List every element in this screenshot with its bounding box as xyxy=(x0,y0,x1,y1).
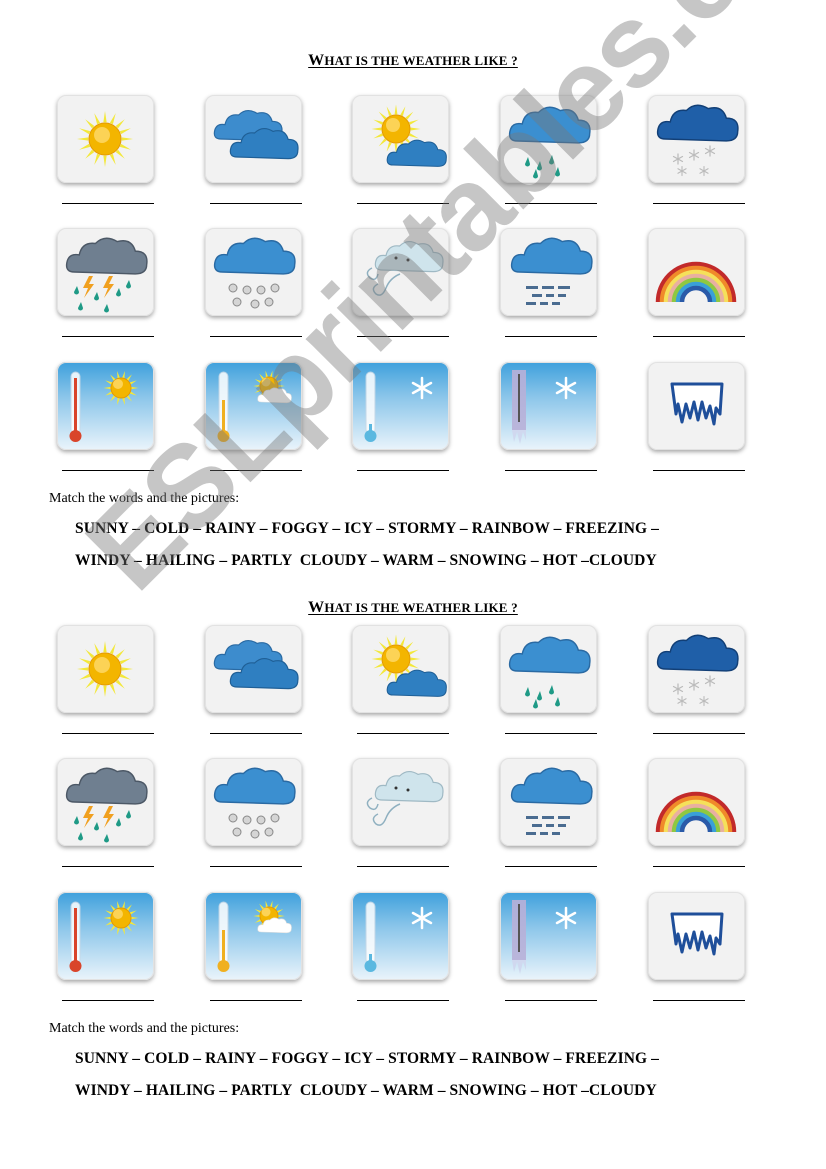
answer-blank-line[interactable] xyxy=(505,470,597,471)
partly-cloudy-icon xyxy=(371,634,447,697)
rain-cloud-icon xyxy=(508,636,591,709)
weather-picture xyxy=(648,362,745,450)
wind-cloud-icon xyxy=(366,771,444,826)
answer-blank-line[interactable] xyxy=(62,203,154,204)
weather-picture xyxy=(500,892,597,980)
fog-cloud-icon xyxy=(510,237,593,305)
weather-picture xyxy=(205,362,302,450)
sun-icon xyxy=(77,111,133,167)
warm-thermometer-icon xyxy=(217,900,292,972)
storm-icon xyxy=(65,237,148,313)
icicles-icon xyxy=(670,382,724,426)
word-bank-line-1: SUNNY – COLD – RAINY – FOGGY – ICY – STO… xyxy=(75,520,660,537)
cold-thermometer-icon xyxy=(364,371,433,442)
answer-blank-line[interactable] xyxy=(505,336,597,337)
freezing-thermometer-icon xyxy=(512,900,577,974)
snow-cloud-icon xyxy=(656,634,739,707)
weather-picture xyxy=(500,362,597,450)
answer-blank-line[interactable] xyxy=(505,866,597,867)
answer-blank-line[interactable] xyxy=(357,203,449,204)
hail-cloud-icon xyxy=(213,767,296,839)
worksheet-title: WHAT IS THE WEATHER LIKE ? xyxy=(308,599,518,616)
answer-blank-line[interactable] xyxy=(210,1000,302,1001)
weather-picture xyxy=(205,758,302,846)
weather-picture xyxy=(57,625,154,713)
answer-blank-line[interactable] xyxy=(653,470,745,471)
freezing-thermometer-icon xyxy=(512,370,577,444)
weather-picture xyxy=(648,892,745,980)
weather-picture xyxy=(500,95,597,183)
warm-thermometer-icon xyxy=(217,370,292,442)
answer-blank-line[interactable] xyxy=(62,866,154,867)
sun-icon xyxy=(77,641,133,697)
answer-blank-line[interactable] xyxy=(505,203,597,204)
hot-thermometer-icon xyxy=(69,900,139,972)
weather-picture xyxy=(57,892,154,980)
clouds-icon xyxy=(213,640,299,690)
answer-blank-line[interactable] xyxy=(357,336,449,337)
weather-picture xyxy=(352,362,449,450)
wind-cloud-icon xyxy=(366,241,444,296)
answer-blank-line[interactable] xyxy=(210,866,302,867)
weather-picture xyxy=(205,228,302,316)
answer-blank-line[interactable] xyxy=(62,470,154,471)
answer-blank-line[interactable] xyxy=(653,336,745,337)
answer-blank-line[interactable] xyxy=(357,470,449,471)
snow-cloud-icon xyxy=(656,104,739,177)
answer-blank-line[interactable] xyxy=(357,733,449,734)
answer-blank-line[interactable] xyxy=(357,1000,449,1001)
weather-picture xyxy=(500,758,597,846)
word-bank-line-2: WINDY – HAILING – PARTLY CLOUDY – WARM –… xyxy=(75,552,657,569)
weather-picture xyxy=(57,758,154,846)
icicles-icon xyxy=(670,912,724,956)
weather-picture xyxy=(648,758,745,846)
answer-blank-line[interactable] xyxy=(505,733,597,734)
hot-thermometer-icon xyxy=(69,370,139,442)
rainbow-icon xyxy=(655,261,737,303)
rainbow-icon xyxy=(655,791,737,833)
word-bank-line-1: SUNNY – COLD – RAINY – FOGGY – ICY – STO… xyxy=(75,1050,660,1067)
weather-picture xyxy=(57,362,154,450)
answer-blank-line[interactable] xyxy=(62,733,154,734)
answer-blank-line[interactable] xyxy=(210,733,302,734)
storm-icon xyxy=(65,767,148,843)
answer-blank-line[interactable] xyxy=(653,733,745,734)
answer-blank-line[interactable] xyxy=(653,866,745,867)
weather-picture xyxy=(500,625,597,713)
weather-picture xyxy=(648,228,745,316)
answer-blank-line[interactable] xyxy=(210,470,302,471)
weather-picture xyxy=(352,892,449,980)
weather-picture xyxy=(500,228,597,316)
weather-picture xyxy=(205,892,302,980)
instruction-text: Match the words and the pictures: xyxy=(49,1021,240,1036)
answer-blank-line[interactable] xyxy=(210,203,302,204)
partly-cloudy-icon xyxy=(371,104,447,167)
answer-blank-line[interactable] xyxy=(653,203,745,204)
worksheet-title: WHAT IS THE WEATHER LIKE ? xyxy=(308,52,518,69)
weather-picture xyxy=(648,625,745,713)
weather-picture xyxy=(352,95,449,183)
answer-blank-line[interactable] xyxy=(653,1000,745,1001)
answer-blank-line[interactable] xyxy=(62,1000,154,1001)
weather-picture xyxy=(352,625,449,713)
word-bank-line-2: WINDY – HAILING – PARTLY CLOUDY – WARM –… xyxy=(75,1082,657,1099)
answer-blank-line[interactable] xyxy=(357,866,449,867)
clouds-icon xyxy=(213,110,299,160)
fog-cloud-icon xyxy=(510,767,593,835)
answer-blank-line[interactable] xyxy=(505,1000,597,1001)
weather-picture xyxy=(57,228,154,316)
weather-picture xyxy=(205,95,302,183)
rain-cloud-icon xyxy=(508,106,591,179)
instruction-text: Match the words and the pictures: xyxy=(49,491,240,506)
cold-thermometer-icon xyxy=(364,901,433,972)
weather-picture xyxy=(352,228,449,316)
answer-blank-line[interactable] xyxy=(210,336,302,337)
weather-picture xyxy=(205,625,302,713)
hail-cloud-icon xyxy=(213,237,296,309)
weather-picture xyxy=(648,95,745,183)
weather-picture xyxy=(352,758,449,846)
answer-blank-line[interactable] xyxy=(62,336,154,337)
weather-picture xyxy=(57,95,154,183)
